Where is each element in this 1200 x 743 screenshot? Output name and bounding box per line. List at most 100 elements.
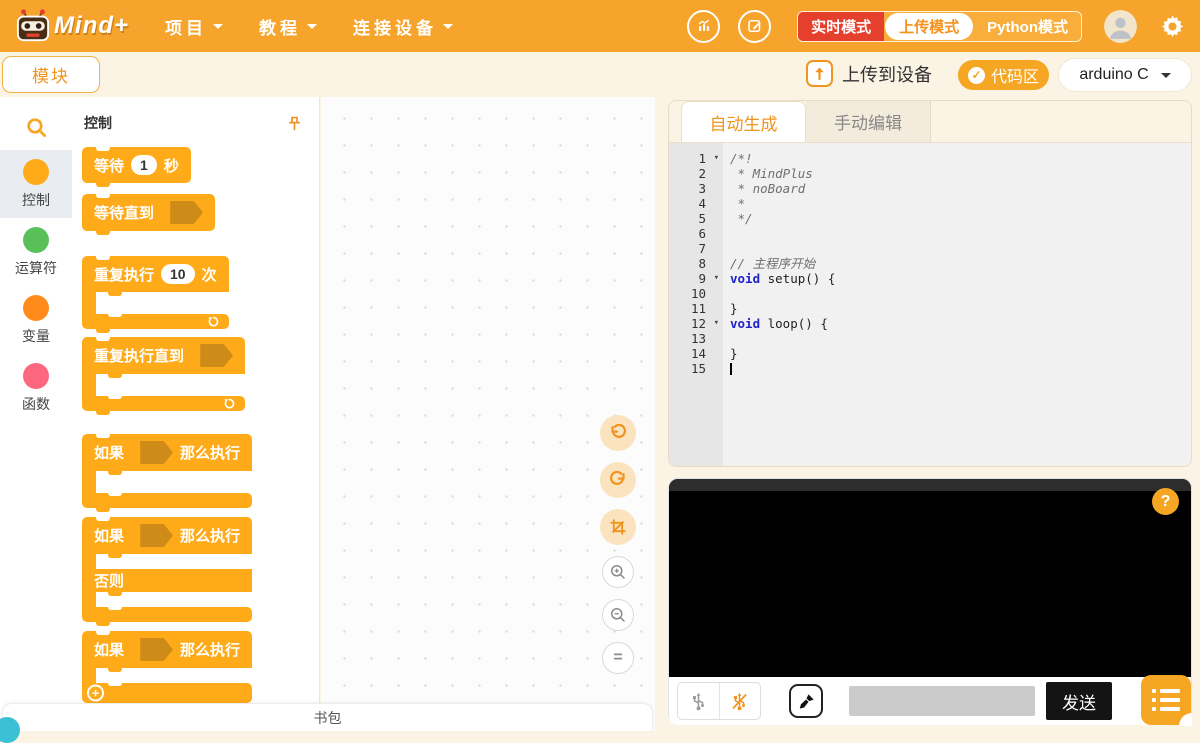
fold-arrow-icon[interactable]: ▾ <box>714 151 719 166</box>
sidebar-category-函数[interactable]: 函数 <box>0 354 72 422</box>
code-line: 4 * <box>669 196 1191 211</box>
tab-manual-edit[interactable]: 手动编辑 <box>806 101 931 142</box>
menu-tutorial-label: 教程 <box>259 14 301 39</box>
line-number: 7 <box>669 241 723 256</box>
zoom-out-button[interactable] <box>602 599 634 631</box>
robot-logo-icon <box>14 9 52 43</box>
text-cursor <box>730 363 732 375</box>
category-label: 运算符 <box>15 258 57 278</box>
send-button[interactable]: 发送 <box>1046 682 1112 720</box>
code-text: } <box>723 301 738 316</box>
category-list: 控制运算符变量函数 <box>0 150 72 422</box>
block-boolean-slot[interactable] <box>131 524 173 547</box>
redo-button[interactable] <box>600 462 636 498</box>
zoom-reset-button[interactable]: = <box>602 642 634 674</box>
settings-gear-icon[interactable] <box>1159 13 1186 40</box>
screenshot-button[interactable] <box>600 509 636 545</box>
code-token: /*! <box>730 151 753 166</box>
serial-monitor-panel: ? <box>668 478 1192 724</box>
code-text <box>723 241 730 256</box>
palette-block[interactable]: 等待1秒 <box>82 147 191 183</box>
code-token: } <box>730 301 738 316</box>
tab-modules[interactable]: 模块 <box>2 56 100 93</box>
block-else-label: 否则 <box>94 570 124 591</box>
line-number: 14 <box>669 346 723 361</box>
block-footer <box>82 314 229 329</box>
category-color-dot <box>23 363 49 389</box>
mode-python-button[interactable]: Python模式 <box>974 12 1081 41</box>
code-token: } <box>730 346 738 361</box>
code-token: loop() { <box>760 316 828 331</box>
menu-connect-device[interactable]: 连接设备 <box>353 14 453 39</box>
category-color-dot <box>23 295 49 321</box>
block-number-input[interactable]: 10 <box>161 264 195 284</box>
code-text <box>723 226 730 241</box>
user-avatar[interactable] <box>1104 10 1137 43</box>
pin-icon[interactable] <box>286 115 303 132</box>
line-number: 10 <box>669 286 723 301</box>
block-header: 等待1秒 <box>82 147 191 183</box>
usb-disconnect-icon[interactable] <box>719 683 760 719</box>
chevron-down-icon <box>307 24 317 34</box>
sprite-peek-decoration <box>0 717 20 743</box>
block-boolean-slot[interactable] <box>131 638 173 661</box>
code-text: // 主程序开始 <box>723 256 815 271</box>
mode-realtime-button[interactable]: 实时模式 <box>798 12 884 41</box>
zoom-out-icon <box>608 605 628 625</box>
category-label: 控制 <box>22 190 50 210</box>
block-boolean-slot[interactable] <box>161 201 203 224</box>
block-label: 那么执行 <box>180 525 240 546</box>
fold-arrow-icon[interactable]: ▾ <box>714 271 719 286</box>
code-token: void <box>730 316 760 331</box>
palette-block[interactable]: 等待直到 <box>82 194 215 231</box>
clear-screen-button[interactable] <box>789 684 823 718</box>
palette-block[interactable]: 重复执行直到 <box>82 337 245 411</box>
upload-to-device-button[interactable]: 上传到设备 <box>806 60 932 87</box>
board-selector-dropdown[interactable]: arduino C <box>1058 58 1192 92</box>
block-boolean-slot[interactable] <box>191 344 233 367</box>
code-line: 7 <box>669 241 1191 256</box>
menu-tutorial[interactable]: 教程 <box>259 14 317 39</box>
palette-block[interactable]: 重复执行10次 <box>82 256 229 329</box>
block-footer: + <box>82 683 252 703</box>
chevron-down-icon <box>213 24 223 34</box>
category-color-dot <box>23 227 49 253</box>
sidebar-category-运算符[interactable]: 运算符 <box>0 218 72 286</box>
mode-upload-button[interactable]: 上传模式 <box>885 13 973 40</box>
serial-send-input[interactable] <box>849 686 1035 716</box>
workspace-canvas[interactable] <box>321 97 655 731</box>
zoom-in-button[interactable] <box>602 556 634 588</box>
block-boolean-slot[interactable] <box>131 441 173 464</box>
code-editor[interactable]: 1▾/*!2 * MindPlus3 * noBoard4 *5 */678//… <box>669 143 1191 466</box>
feedback-edit-icon[interactable] <box>738 10 771 43</box>
community-icon[interactable] <box>687 10 720 43</box>
palette-block[interactable]: 如果那么执行否则 <box>82 517 252 622</box>
sidebar-category-变量[interactable]: 变量 <box>0 286 72 354</box>
toolbar: 模块 上传到设备 ✓ 代码区 arduino C <box>0 52 1200 97</box>
code-token: * <box>730 196 745 211</box>
sidebar-category-控制[interactable]: 控制 <box>0 150 72 218</box>
help-button[interactable]: ? <box>1152 488 1179 515</box>
code-panel: 自动生成 手动编辑 1▾/*!2 * MindPlus3 * noBoard4 … <box>668 100 1192 467</box>
fold-arrow-icon[interactable]: ▾ <box>714 316 719 331</box>
block-mouth <box>82 471 252 493</box>
backpack-bar[interactable]: 书包 <box>2 703 653 731</box>
mindplus-logo[interactable]: Mind+ <box>14 9 129 43</box>
menu-project[interactable]: 项目 <box>165 14 223 39</box>
code-text: void setup() { <box>723 271 835 286</box>
undo-button[interactable] <box>600 415 636 451</box>
usb-connect-icon[interactable] <box>678 683 719 719</box>
block-header: 如果那么执行 <box>82 434 252 471</box>
palette-block[interactable]: 如果那么执行+ <box>82 631 252 703</box>
code-area-toggle[interactable]: ✓ 代码区 <box>958 60 1049 90</box>
serial-monitor-output[interactable] <box>669 479 1191 677</box>
palette-block[interactable]: 如果那么执行 <box>82 434 252 508</box>
search-icon[interactable] <box>0 115 72 140</box>
add-condition-icon[interactable]: + <box>87 685 104 702</box>
chevron-down-icon <box>443 24 453 34</box>
zoom-reset-icon: = <box>613 649 622 667</box>
block-number-input[interactable]: 1 <box>131 155 157 175</box>
tab-auto-generate[interactable]: 自动生成 <box>681 101 806 142</box>
serial-log-list-button[interactable] <box>1141 675 1191 725</box>
backpack-label: 书包 <box>314 708 342 728</box>
